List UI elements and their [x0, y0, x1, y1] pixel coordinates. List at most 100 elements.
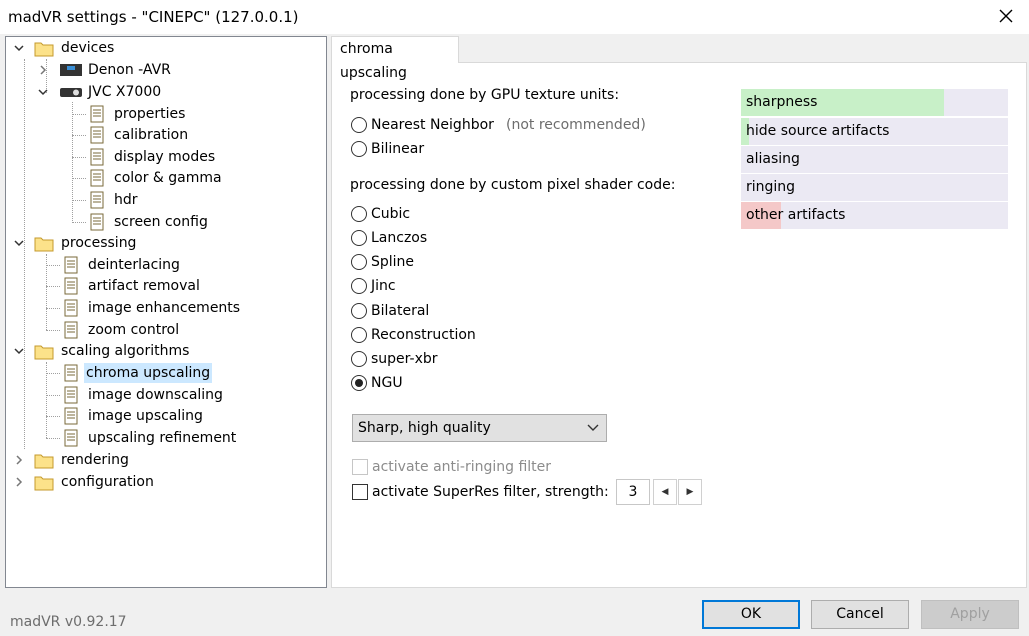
chevron-down-icon[interactable] [12, 41, 26, 55]
radio-circle [351, 303, 367, 319]
tree-item-upscaling-refinement[interactable]: upscaling refinement [6, 428, 326, 448]
arrow-left-icon: ◀ [661, 487, 669, 497]
tree-item-zoom-control[interactable]: zoom control [6, 320, 326, 340]
receiver-icon [60, 64, 82, 76]
tree-item-hdr[interactable]: hdr [6, 190, 326, 210]
radio-circle [351, 375, 367, 391]
tree-item-label: artifact removal [88, 278, 200, 294]
radio-circle [351, 206, 367, 222]
document-icon [90, 191, 104, 209]
tree-item-label: color & gamma [114, 170, 222, 186]
tree-item-label: calibration [114, 127, 189, 143]
radio-circle [351, 351, 367, 367]
radio-label: super-xbr [371, 351, 438, 367]
tree-item-processing[interactable]: processing [6, 233, 326, 253]
chevron-down-icon[interactable] [12, 236, 26, 250]
bar-label: ringing [746, 179, 796, 195]
tree-item-rendering[interactable]: rendering [6, 450, 326, 470]
radio-label: Reconstruction [371, 327, 476, 343]
tree-item-devices[interactable]: devices [6, 38, 326, 58]
title-bar: madVR settings - "CINEPC" (127.0.0.1) [0, 0, 1029, 34]
chevron-right-icon[interactable] [12, 453, 26, 467]
radio-label: Bilinear [371, 141, 425, 157]
tree-item-denon-avr[interactable]: Denon -AVR [6, 60, 326, 80]
document-icon [90, 169, 104, 187]
tree-item-display-modes[interactable]: display modes [6, 147, 326, 167]
ngu-quality-select[interactable]: Sharp, high quality [352, 414, 607, 442]
tree-item-label: image upscaling [88, 408, 203, 424]
tree-item-color-gamma[interactable]: color & gamma [6, 168, 326, 188]
arrow-right-icon: ▶ [686, 487, 694, 497]
tree-item-label: properties [114, 106, 186, 122]
select-value: Sharp, high quality [358, 420, 491, 436]
tree-item-image-downscaling[interactable]: image downscaling [6, 385, 326, 405]
tree-item-image-enhancements[interactable]: image enhancements [6, 298, 326, 318]
tree-item-properties[interactable]: properties [6, 104, 326, 124]
chevron-down-icon[interactable] [12, 344, 26, 358]
radio-label: Spline [371, 254, 415, 270]
document-icon [90, 213, 104, 231]
document-icon [64, 407, 78, 425]
folder-icon [34, 476, 54, 491]
settings-tree[interactable]: devices Denon -AVR JVC X7000 properties … [5, 36, 327, 588]
folder-icon [34, 345, 54, 360]
tree-item-chroma-upscaling[interactable]: chroma upscaling [6, 363, 326, 383]
chevron-down-icon[interactable] [36, 85, 50, 99]
bar-label: aliasing [746, 151, 800, 167]
tree-item-artifact-removal[interactable]: artifact removal [6, 276, 326, 296]
checkbox-box [352, 459, 368, 475]
tree-item-label: hdr [114, 192, 138, 208]
tree-item-image-upscaling[interactable]: image upscaling [6, 406, 326, 426]
tree-item-label: deinterlacing [88, 257, 180, 273]
document-icon [64, 386, 78, 404]
checkbox-box [352, 484, 368, 500]
bar-hide-source-artifacts: hide source artifacts [741, 118, 1008, 145]
tree-item-label: processing [61, 235, 137, 251]
chevron-down-icon [587, 424, 599, 431]
close-icon[interactable] [994, 4, 1018, 28]
window-title: madVR settings - "CINEPC" (127.0.0.1) [8, 8, 299, 26]
cancel-button[interactable]: Cancel [811, 600, 909, 629]
nearest-hint: (not recommended) [506, 117, 646, 133]
radio-circle [351, 278, 367, 294]
tree-item-label: JVC X7000 [88, 84, 162, 100]
shader-heading: processing done by custom pixel shader c… [350, 177, 676, 193]
tree-item-label: configuration [61, 474, 154, 490]
document-icon [90, 105, 104, 123]
gpu-heading: processing done by GPU texture units: [350, 87, 620, 103]
superres-strength-input[interactable]: 3 [616, 479, 650, 505]
radio-label: Bilateral [371, 303, 430, 319]
tree-item-label: zoom control [88, 322, 180, 338]
tree-item-scaling-algorithms[interactable]: scaling algorithms [6, 341, 326, 361]
apply-button[interactable]: Apply [921, 600, 1019, 629]
chevron-right-icon[interactable] [12, 475, 26, 489]
document-icon [64, 429, 78, 447]
tree-item-deinterlacing[interactable]: deinterlacing [6, 255, 326, 275]
chevron-right-icon[interactable] [36, 63, 50, 77]
settings-panel: processing done by GPU texture units: Ne… [331, 62, 1027, 588]
tree-item-configuration[interactable]: configuration [6, 472, 326, 492]
radio-label: Nearest Neighbor [371, 117, 494, 133]
spin-right-button[interactable]: ▶ [678, 479, 702, 505]
ok-button[interactable]: OK [702, 600, 800, 629]
folder-icon [34, 454, 54, 469]
tree-item-calibration[interactable]: calibration [6, 125, 326, 145]
radio-circle [351, 117, 367, 133]
radio-label: NGU [371, 375, 403, 391]
tree-item-screen-config[interactable]: screen config [6, 212, 326, 232]
document-icon [64, 256, 78, 274]
tab-chroma-upscaling[interactable]: chroma upscaling [331, 36, 459, 81]
tree-item-label-selected: chroma upscaling [84, 363, 213, 383]
radio-label: Lanczos [371, 230, 428, 246]
document-icon [64, 364, 78, 382]
tree-item-label: rendering [61, 452, 129, 468]
spin-left-button[interactable]: ◀ [653, 479, 677, 505]
checkbox-label: activate SuperRes filter, strength: [372, 484, 609, 500]
tree-item-jvc-x7000[interactable]: JVC X7000 [6, 82, 326, 102]
tree-item-label: scaling algorithms [61, 343, 190, 359]
tree-item-label: devices [61, 40, 115, 56]
radio-circle [351, 254, 367, 270]
tree-item-label: Denon -AVR [88, 62, 171, 78]
radio-circle [351, 141, 367, 157]
bar-ringing: ringing [741, 174, 1008, 201]
